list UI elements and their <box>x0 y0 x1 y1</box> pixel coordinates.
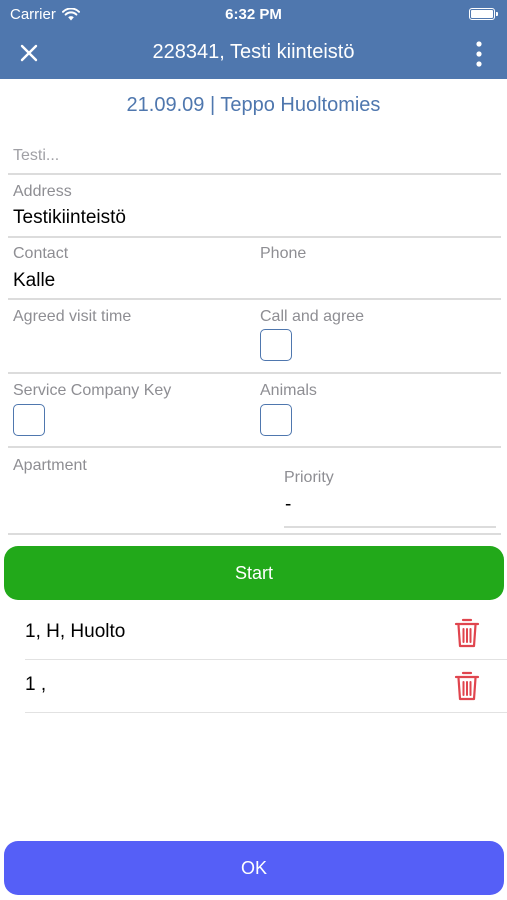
phone-label: Phone <box>260 245 307 262</box>
date-technician-header: 21.09.09 | Teppo Huoltomies <box>126 94 381 116</box>
contact-value: Kalle <box>13 270 56 291</box>
battery-icon <box>469 8 498 20</box>
start-button[interactable]: Start <box>4 546 504 600</box>
priority-underline <box>284 526 496 528</box>
task-row[interactable]: 1, H, Huolto <box>25 607 507 660</box>
service-company-key-label: Service Company Key <box>13 382 172 399</box>
agreed-visit-time-label: Agreed visit time <box>13 308 132 325</box>
divider <box>8 372 501 374</box>
divider <box>25 711 507 713</box>
trash-icon[interactable] <box>453 617 481 649</box>
priority-label: Priority <box>284 469 334 486</box>
task-row-label: 1 , <box>25 674 47 695</box>
priority-value[interactable]: - <box>285 494 291 516</box>
ok-button[interactable]: OK <box>4 841 504 895</box>
address-label: Address <box>13 183 72 200</box>
apartment-label: Apartment <box>13 457 87 474</box>
call-and-agree-label: Call and agree <box>260 308 365 325</box>
divider <box>8 533 501 535</box>
more-vertical-icon[interactable] <box>469 40 489 68</box>
service-company-key-checkbox[interactable] <box>13 404 45 436</box>
animals-checkbox[interactable] <box>260 404 292 436</box>
page-title: 228341, Testi kiinteistö <box>152 41 355 63</box>
call-and-agree-checkbox[interactable] <box>260 329 292 361</box>
address-value: Testikiinteistö <box>13 207 126 228</box>
status-bar: Carrier 6:32 PM <box>0 0 507 28</box>
divider <box>8 236 501 238</box>
animals-label: Animals <box>260 382 317 399</box>
divider <box>8 298 501 300</box>
divider <box>8 446 501 448</box>
description-input[interactable]: Testi... <box>13 147 59 165</box>
status-time: 6:32 PM <box>225 6 282 23</box>
task-row[interactable]: 1 , <box>25 660 507 713</box>
nav-bar: 228341, Testi kiinteistö <box>0 28 507 79</box>
task-row-label: 1, H, Huolto <box>25 621 126 642</box>
trash-icon[interactable] <box>453 670 481 702</box>
divider <box>8 173 501 175</box>
contact-label: Contact <box>13 245 69 262</box>
